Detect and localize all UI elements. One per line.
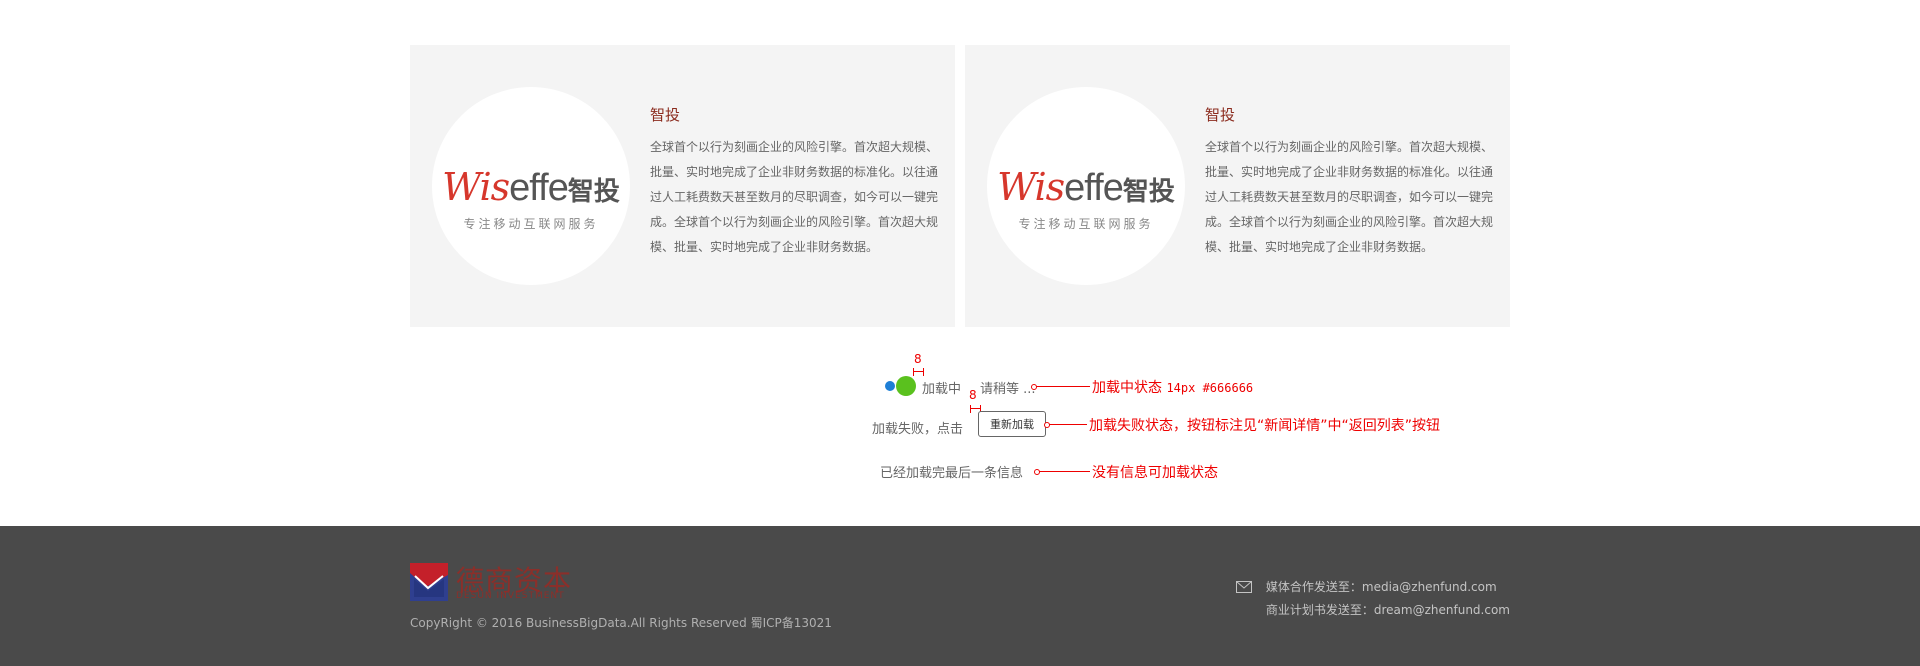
logo-wis: Wis (997, 165, 1065, 209)
logo-wordmark: Wiseffe智投 (432, 165, 630, 210)
logo-tagline: 专注移动互联网服务 (1018, 217, 1154, 231)
product-logo: Wiseffe智投 专注移动互联网服务 (432, 87, 630, 285)
product-cards: Wiseffe智投 专注移动互联网服务 智投 全球首个以行为刻画企业的风险引擎。… (410, 45, 1510, 327)
annotation-no-more-state: 没有信息可加载状态 (1092, 465, 1218, 481)
product-card[interactable]: Wiseffe智投 专注移动互联网服务 智投 全球首个以行为刻画企业的风险引擎。… (410, 45, 955, 327)
card-description: 全球首个以行为刻画企业的风险引擎。首次超大规模、批量、实时地完成了企业非财务数据… (1205, 140, 1494, 254)
logo-cn: 智投 (1122, 177, 1175, 207)
spacing-label: 8 (969, 388, 977, 402)
load-failed-label: 加载失败，点击 (872, 422, 964, 437)
logo-cn: 智投 (567, 177, 620, 207)
loading-spinner-dot-green (896, 376, 916, 396)
site-footer: 德商资本 DESUN INVESTMENT CopyRight © 2016 B… (0, 526, 1920, 666)
brand-logo-icon (410, 563, 448, 601)
annotation-leader-line (1044, 422, 1087, 428)
business-plan-contact[interactable]: 商业计划书发送至：dream@zhenfund.com (1266, 599, 1510, 622)
reload-button[interactable]: 重新加载 (978, 411, 1046, 437)
card-title: 智投 (1205, 106, 1236, 124)
spacing-measure-marker (913, 368, 924, 376)
card-description: 全球首个以行为刻画企业的风险引擎。首次超大规模、批量、实时地完成了企业非财务数据… (650, 140, 939, 254)
product-logo: Wiseffe智投 专注移动互联网服务 (987, 87, 1185, 285)
annotation-leader-line (1031, 384, 1090, 390)
please-wait-label: 请稍等 ... (980, 382, 1036, 397)
annotation-failed-state: 加载失败状态，按钮标注见“新闻详情”中“返回列表”按钮 (1089, 418, 1441, 434)
annotation-loading-label: 加载中状态 (1092, 380, 1162, 396)
logo-effe: effe (1064, 167, 1124, 209)
annotation-loading-spec: 14px #666666 (1166, 381, 1254, 395)
loading-spinner-dot-blue (885, 381, 895, 391)
copyright-text: CopyRight © 2016 BusinessBigData.All Rig… (410, 616, 832, 630)
annotation-leader-line (1034, 469, 1090, 475)
annotation-loading-state: 加载中状态 14px #666666 (1092, 377, 1253, 397)
brand-subtitle: DESUN INVESTMENT (456, 591, 565, 601)
card-title: 智投 (650, 106, 681, 124)
product-card[interactable]: Wiseffe智投 专注移动互联网服务 智投 全球首个以行为刻画企业的风险引擎。… (965, 45, 1510, 327)
loading-label: 加载中 (922, 382, 962, 397)
media-contact[interactable]: 媒体合作发送至：media@zhenfund.com (1266, 576, 1510, 599)
logo-effe: effe (509, 167, 569, 209)
mail-icon (1235, 581, 1252, 593)
no-more-label: 已经加载完最后一条信息 (880, 466, 1024, 481)
logo-wordmark: Wiseffe智投 (987, 165, 1185, 210)
logo-tagline: 专注移动互联网服务 (463, 217, 599, 231)
logo-wis: Wis (442, 165, 510, 209)
footer-contact: 媒体合作发送至：media@zhenfund.com 商业计划书发送至：drea… (1235, 576, 1510, 622)
spacing-label: 8 (914, 352, 922, 366)
